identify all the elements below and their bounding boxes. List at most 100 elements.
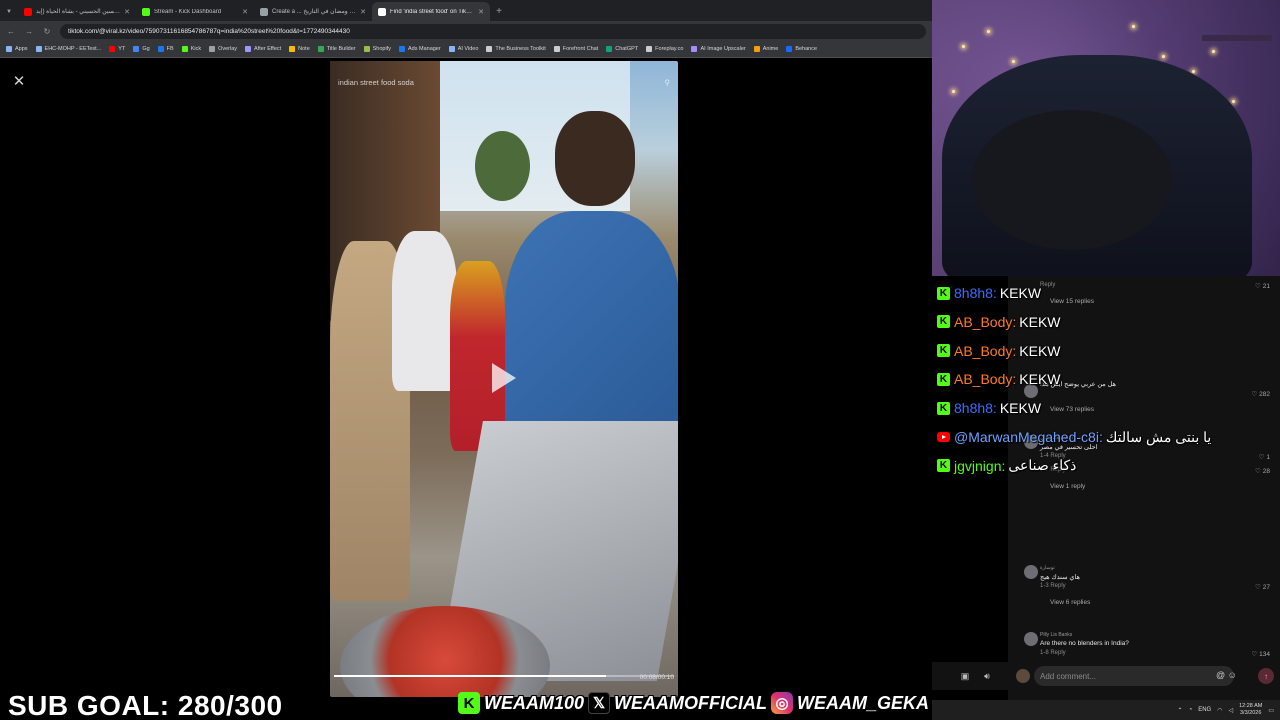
chat-username: jgvjnign: [954,457,1006,474]
chat-message: Kjgvjnign: ذكاء صناعى [937,456,1076,476]
chat-username: 8h8h8: [954,400,997,417]
comment-avatar[interactable] [1024,565,1038,579]
bookmark-item[interactable]: Overlay [209,46,237,52]
bookmark-item[interactable]: Shopify [363,46,391,52]
send-icon[interactable]: ↑ [1258,668,1274,684]
tiktok-video-viewer: ✕ indian street food soda ⚲ 00:08/00:10 [0,58,932,700]
bookmark-icon [486,46,493,52]
network-icon[interactable]: ◔ [1189,707,1193,713]
address-bar[interactable]: tiktok.com/@viral.kz/video/7590731161685… [60,23,926,39]
tab-close-icon[interactable]: ✕ [242,8,248,16]
bookmark-item[interactable]: After Effect [245,46,281,52]
bookmark-item[interactable]: Title Builder [317,46,356,52]
browser-tab[interactable]: Find 'india street food' on TikTok ✕ [372,2,490,21]
clock[interactable]: 12:28 AM 3/3/2026 [1239,703,1262,717]
tab-label: حسين الحسيني - بشأة الحياة (إيد... [36,9,120,15]
close-icon[interactable]: ✕ [9,72,29,90]
social-handles-overlay: K WEAAM100 𝕏 WEAAMOFFICIAL ◎ WEAAM_GEKA [458,690,929,716]
bookmark-item[interactable]: Gg [133,46,150,52]
bookmark-item[interactable]: FB [157,46,174,52]
tab-close-icon[interactable]: ✕ [360,8,366,16]
bookmark-item[interactable]: Forefront Chat [553,46,599,52]
speaker-icon[interactable]: ◁ [1228,707,1233,714]
comment-avatar[interactable] [1024,632,1038,646]
bookmark-item[interactable]: AI Video [448,46,478,52]
emoji-icon[interactable]: ☺ [1228,670,1237,680]
play-icon[interactable] [492,363,516,393]
comment-item: توسارة هاي سندك هيج 1-3 Reply ♡ 27 View 6 rep… [1008,521,1280,606]
bookmark-item[interactable]: EHC-MOHP - EETest... [35,46,101,52]
reload-icon[interactable]: ↻ [42,27,52,36]
comment-meta[interactable]: 1-8 Reply [1040,650,1066,656]
kick-logo-icon: K [458,692,480,714]
bookmark-icon [606,46,613,52]
youtube-badge-icon [937,432,950,442]
screen: ▼ حسين الحسيني - بشأة الحياة (إيد...✕Str… [0,0,1280,720]
tab-close-icon[interactable]: ✕ [124,8,130,16]
bookmark-item[interactable]: Apps [6,46,28,52]
url-text: tiktok.com/@viral.kz/video/7590731161685… [68,27,350,35]
bookmark-label: Behance [795,46,818,52]
bookmark-item[interactable]: Note [289,46,310,52]
bookmark-icon [691,46,698,52]
bookmark-label: Forefront Chat [562,46,599,52]
kick-handle: WEAAM100 [484,692,585,713]
comment-likes[interactable]: ♡ 134 [1251,650,1270,658]
chat-text: KEKW [1019,371,1061,388]
chat-text: KEKW [999,285,1042,301]
language-indicator[interactable]: ENG [1198,707,1211,713]
bookmark-item[interactable]: The Business Toolkit [486,46,546,52]
new-tab-button[interactable]: + [490,2,508,21]
chat-message: @MarwanMegahed-c8i: يا بنتى مش سالتك [937,427,1211,447]
bookmark-icon [209,46,216,52]
x-logo-icon: 𝕏 [588,692,611,714]
mention-icon[interactable]: @ [1216,670,1225,680]
volume-icon[interactable]: 🔊︎ [980,669,994,683]
heart-icon[interactable]: ♡ [1251,651,1257,658]
bookmark-item[interactable]: YT [109,46,125,52]
search-icon[interactable]: ⚲ [665,78,671,87]
forward-icon[interactable]: → [24,27,34,36]
bookmark-icon [448,46,455,52]
bookmark-icon [646,46,653,52]
bookmark-icon [786,46,793,52]
bookmark-icon [109,46,116,52]
comment-input[interactable]: Add comment... [1034,666,1234,686]
tray-expand-icon[interactable]: ⌃ [1178,707,1183,714]
bookmark-item[interactable]: Ads Manager [398,46,441,52]
captions-icon[interactable]: ▣ [958,669,972,683]
stream-chat-overlay: K 8h8h8: KEKW K AB_Body: KEKW K AB_Body: KEKW K AB… [937,283,1277,483]
bookmark-icon [35,46,42,52]
sub-goal-overlay: SUB GOAL: 280/300 [8,690,283,720]
chat-username: AB_Body: [954,371,1017,388]
video-progress-bar[interactable] [334,675,674,677]
user-avatar [1016,669,1030,683]
browser-tab[interactable]: حسين الحسيني - بشأة الحياة (إيد... ✕ [18,2,136,21]
wifi-icon[interactable]: ◠ [1217,707,1222,714]
browser-tab[interactable]: Create a ... ناشلات ومضان في التاريخ✕ [254,2,372,21]
back-icon[interactable]: ← [6,27,16,36]
bookmark-item[interactable]: Foreplay.co [646,46,683,52]
notification-icon[interactable]: ▭ [1268,707,1274,714]
bookmark-item[interactable]: ChatGPT [606,46,638,52]
view-replies-button[interactable]: View 1 reply [1050,483,1085,490]
comment-username[interactable]: Pilly Lis Banks [1040,632,1072,638]
bookmark-icon [289,46,296,52]
bookmark-item[interactable]: Behance [786,46,817,52]
comment-username[interactable]: توسارة [1040,565,1055,571]
tab-search-icon[interactable]: ▼ [0,2,18,21]
chat-username: AB_Body: [954,313,1017,330]
bookmark-item[interactable]: Kick [181,46,201,52]
video-player[interactable]: indian street food soda ⚲ 00:08/00:10 [330,61,678,697]
bookmark-item[interactable]: AI Image Upscaler [691,46,746,52]
tab-close-icon[interactable]: ✕ [478,8,484,16]
kick-badge-icon: K [937,315,950,329]
bookmark-item[interactable]: Anime [753,46,778,52]
comment-text: هاي سندك هيج [1040,574,1080,581]
tab-favicon-icon [378,7,386,16]
video-scene-vendor-head [555,111,635,206]
kick-badge-icon: K [937,459,950,473]
video-search-overlay[interactable]: indian street food soda ⚲ [338,75,670,89]
browser-tab[interactable]: Stream - Kick Dashboard ✕ [136,2,254,21]
bookmark-icon [753,46,760,52]
